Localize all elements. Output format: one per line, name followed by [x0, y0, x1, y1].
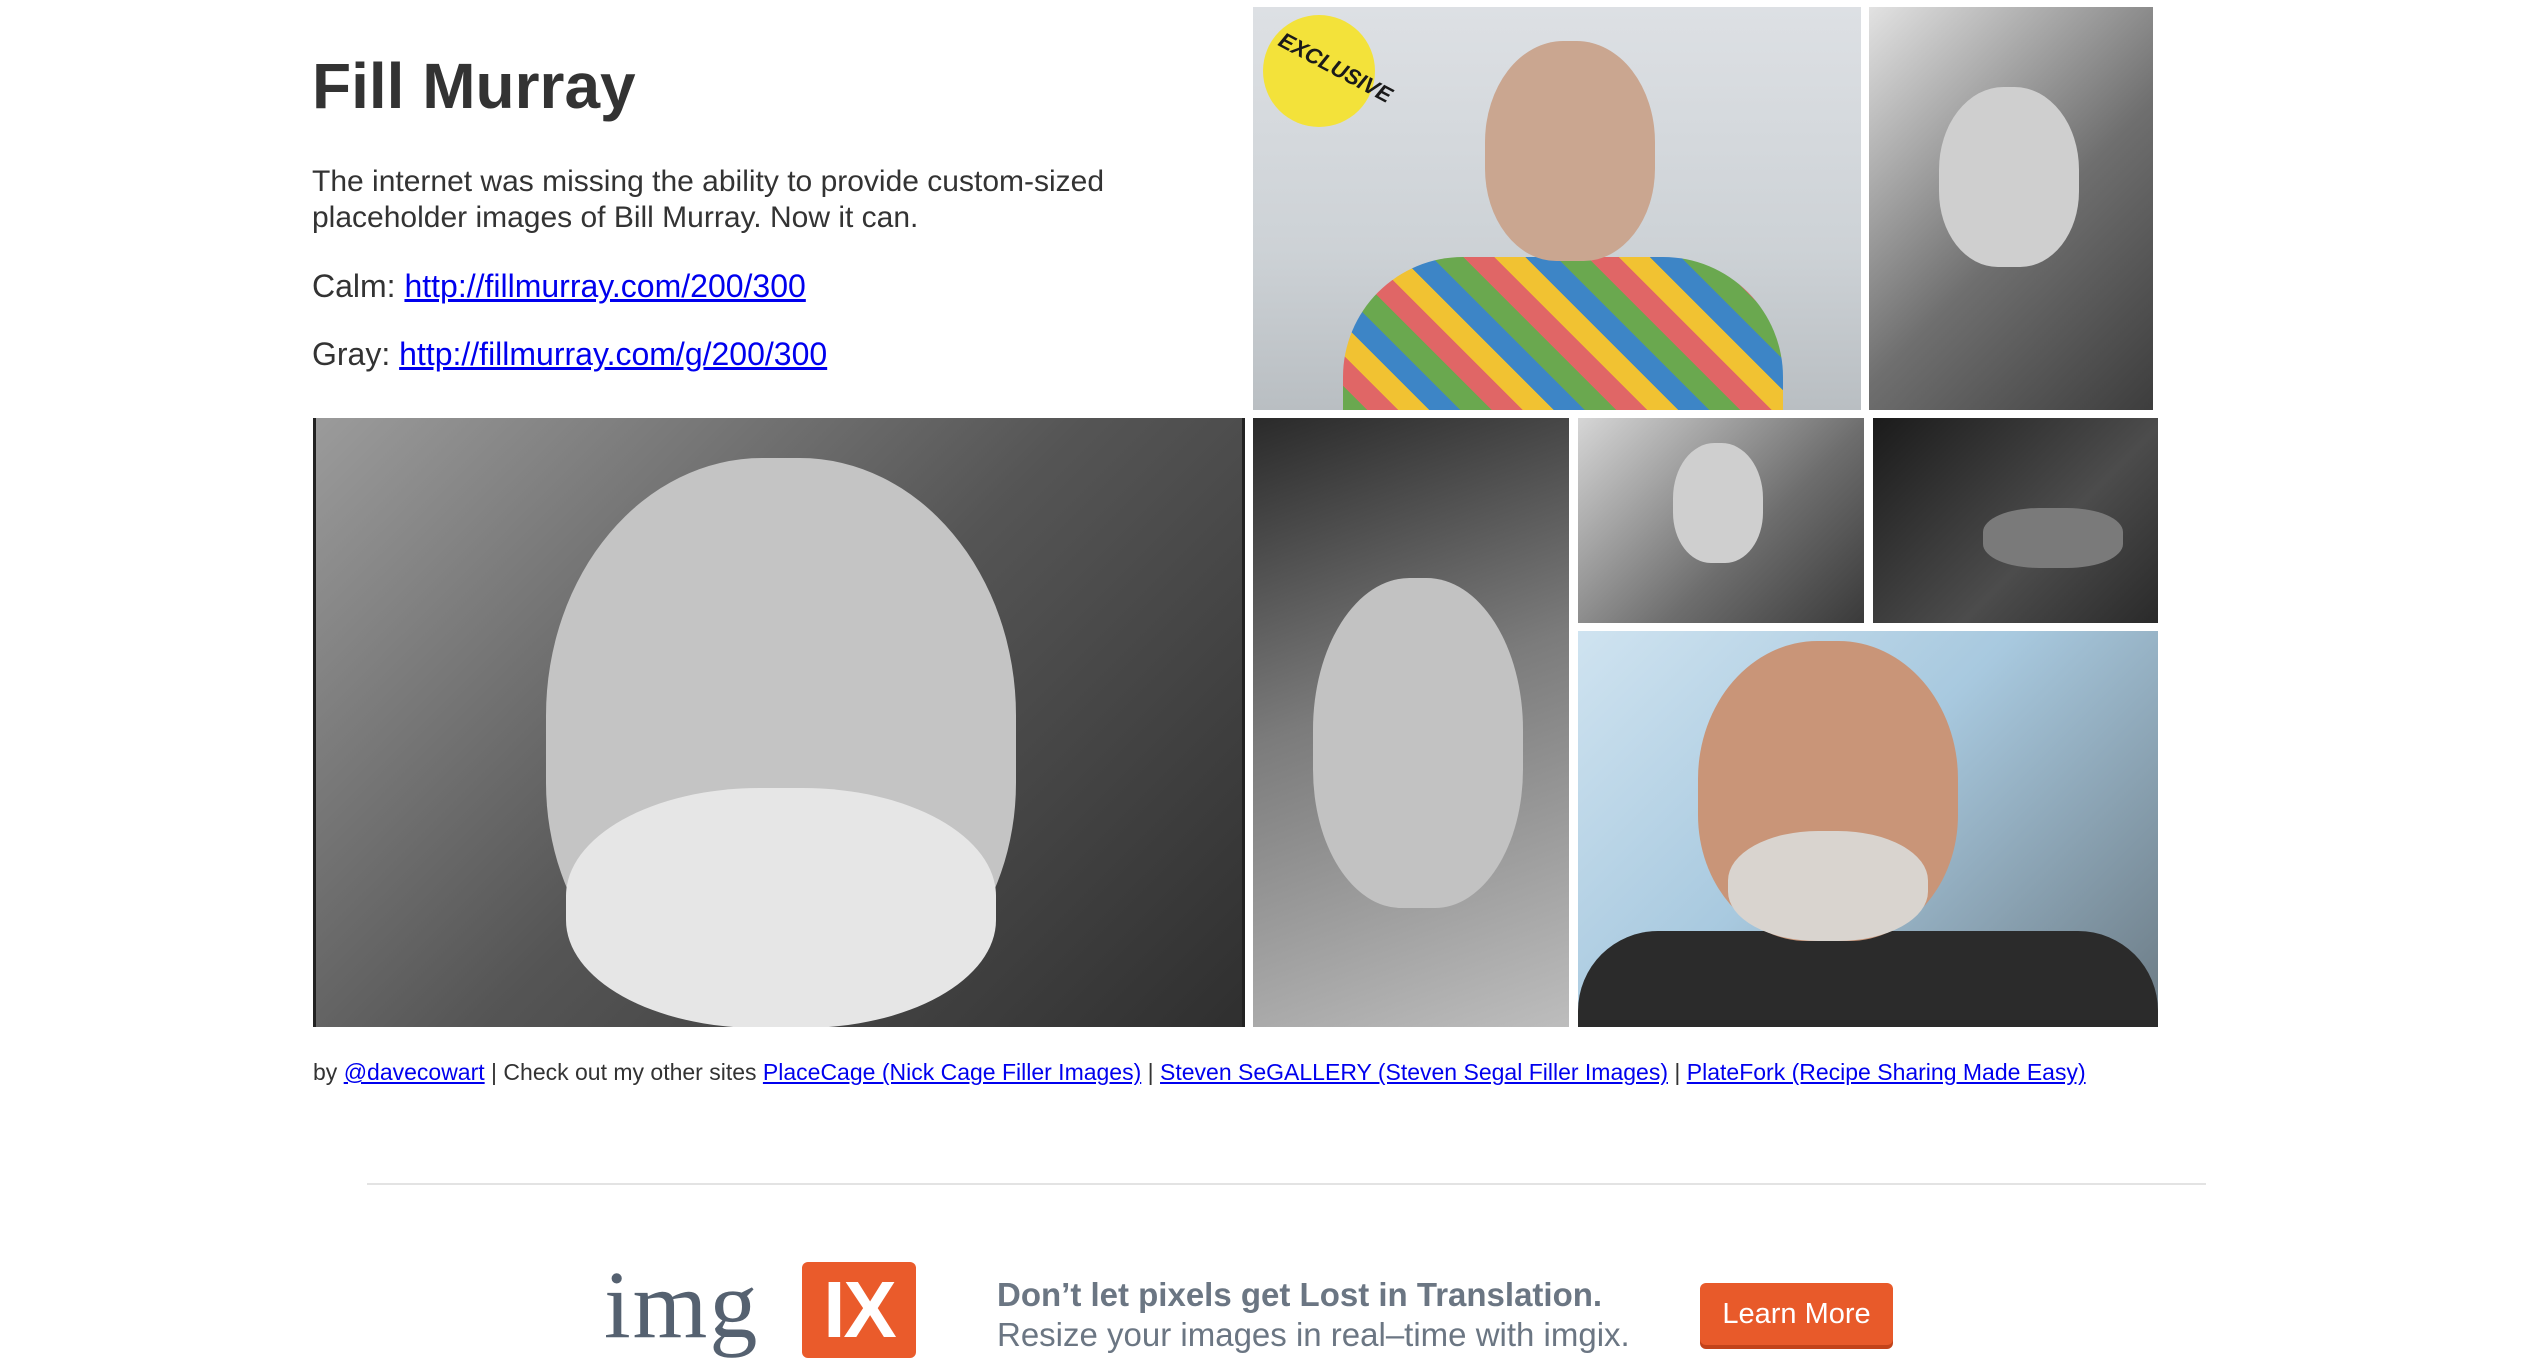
author-link[interactable]: @davecowart [344, 1059, 485, 1085]
calm-line: Calm: http://fillmurray.com/200/300 [312, 268, 806, 304]
photo-young-portrait [1869, 7, 2153, 410]
ad-subline: Resize your images in real–time with img… [997, 1316, 1630, 1353]
sticker-text: EXCLUSIVE [1274, 27, 1397, 108]
ad-headline: Don’t let pixels get Lost in Translation… [997, 1276, 1603, 1313]
gray-line: Gray: http://fillmurray.com/g/200/300 [312, 336, 827, 372]
exclusive-sticker: EXCLUSIVE [1263, 15, 1397, 127]
photo-red-carpet [1578, 631, 2158, 1027]
photo-face [1313, 578, 1523, 908]
credits-separator: | Check out my other sites [484, 1059, 763, 1085]
learn-more-button[interactable]: Learn More [1700, 1283, 1893, 1345]
photo-beard [1728, 831, 1928, 941]
photo-plaid-shirt: EXCLUSIVE [1253, 7, 1861, 410]
photo-hand-strings [1873, 418, 2158, 623]
logo-badge: IX [802, 1262, 916, 1358]
site-description: The internet was missing the ability to … [312, 165, 1105, 234]
page-title: Fill Murray [312, 50, 636, 122]
photo-face [1939, 87, 2079, 267]
photo-face [1485, 41, 1655, 261]
photo-jacket [1578, 931, 2158, 1027]
credits-by: by [313, 1059, 338, 1085]
calm-link[interactable]: http://fillmurray.com/200/300 [404, 268, 805, 304]
stevensegallery-link[interactable]: Steven SeGALLERY (Steven Segal Filler Im… [1160, 1059, 1668, 1085]
photo-small-portrait [1578, 418, 1864, 623]
photo-closeup-bw [1253, 418, 1569, 1027]
gray-link[interactable]: http://fillmurray.com/g/200/300 [399, 336, 827, 372]
placecage-link[interactable]: PlaceCage (Nick Cage Filler Images) [763, 1059, 1141, 1085]
platefork-link[interactable]: PlateFork (Recipe Sharing Made Easy) [1687, 1059, 2086, 1085]
photo-face [1673, 443, 1763, 563]
logo-text: img [604, 1251, 760, 1358]
photo-beard [566, 788, 996, 1027]
photo-flower-beard [313, 418, 1245, 1027]
section-divider [367, 1183, 2206, 1185]
calm-label: Calm: [312, 268, 396, 304]
credits-line: by @davecowart | Check out my other site… [313, 1057, 2086, 1087]
photo-hand [1983, 508, 2123, 568]
photo-shirt [1343, 257, 1783, 410]
gray-label: Gray: [312, 336, 391, 372]
credits-separator: | [1668, 1059, 1687, 1085]
credits-separator: | [1141, 1059, 1161, 1085]
